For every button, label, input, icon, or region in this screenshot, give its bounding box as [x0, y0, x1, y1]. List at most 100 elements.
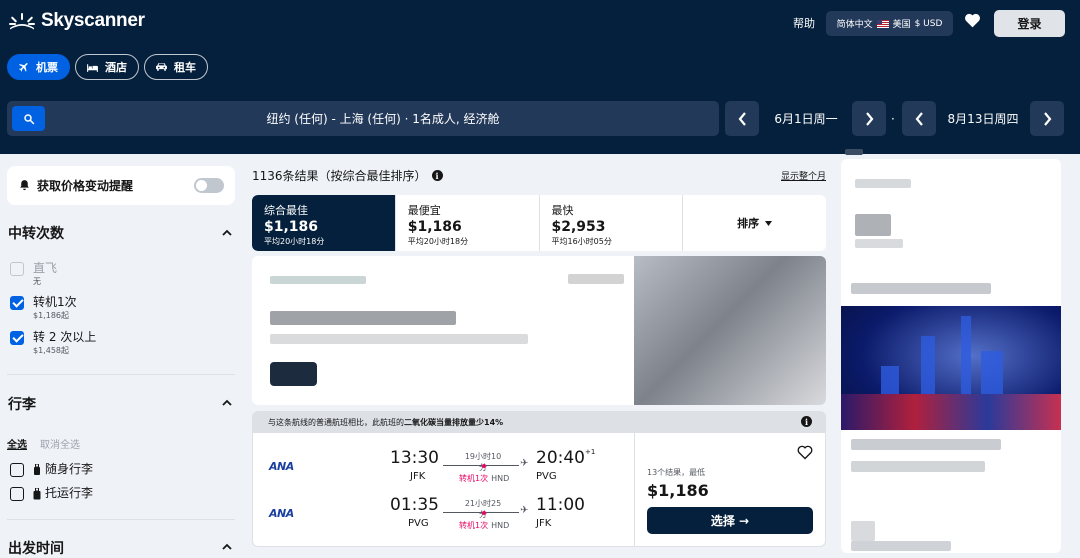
- ad-image: [634, 256, 826, 405]
- checkbox[interactable]: [10, 296, 24, 310]
- chevron-left-icon: [915, 111, 923, 126]
- depart-next-button[interactable]: [852, 101, 886, 136]
- select-all-link[interactable]: 全选: [7, 436, 27, 451]
- checkbox[interactable]: [10, 463, 24, 477]
- chevron-left-icon: [738, 111, 746, 126]
- sort-tab-sub: 平均20小时18分: [264, 237, 325, 246]
- sort-tab-title: 最便宜: [407, 204, 441, 217]
- save-heart-icon[interactable]: [797, 445, 813, 464]
- top-header: Skyscanner 帮助 简体中文 美国 $ USD 登录 机票 酒店 租车 …: [0, 0, 1080, 154]
- date-separator: ·: [891, 112, 895, 126]
- filter-label: 转 2 次以上: [33, 330, 97, 344]
- ad-blurred-headline: [270, 311, 456, 325]
- login-button[interactable]: 登录: [994, 10, 1065, 37]
- ad-blurred-tag: [568, 274, 624, 284]
- arrive-airport: JFK: [536, 518, 552, 529]
- sort-tab-title: 综合最佳: [264, 204, 308, 217]
- locale-button[interactable]: 简体中文 美国 $ USD: [826, 11, 953, 36]
- search-summary-bar[interactable]: 纽约 (任何) - 上海 (任何) · 1名成人, 经济舱: [7, 101, 719, 136]
- depart-date[interactable]: 6月1日周一: [765, 101, 847, 136]
- arrive-time: 11:00: [536, 495, 585, 515]
- tab-car-hire[interactable]: 租车: [144, 54, 208, 80]
- tab-hotels[interactable]: 酒店: [75, 54, 139, 80]
- ad-blurred-text: [851, 461, 985, 472]
- ad-blurred-text: [851, 439, 1001, 450]
- skyscanner-logo[interactable]: Skyscanner: [8, 10, 145, 32]
- deals-count: 13个结果，最低: [647, 468, 706, 477]
- sort-tab-best[interactable]: 综合最佳 $1,186 平均20小时18分: [252, 195, 396, 251]
- route-line: [443, 465, 519, 466]
- product-tabs: 机票 酒店 租车: [7, 54, 208, 80]
- price-alert-toggle[interactable]: [194, 178, 224, 193]
- checkbox[interactable]: [10, 487, 24, 501]
- depart-time: 01:35: [390, 495, 439, 515]
- route-line: [443, 512, 519, 513]
- sort-tab-sub: 平均20小时18分: [407, 237, 469, 246]
- plane-icon: ✈: [520, 505, 529, 516]
- ad-blurred-text: [851, 521, 875, 541]
- checkbox[interactable]: [10, 262, 24, 276]
- info-icon[interactable]: i: [801, 416, 812, 427]
- stops-info: 转机1次 HND: [459, 521, 510, 530]
- filter-direct[interactable]: 直飞 无: [10, 261, 57, 288]
- filter-cabin-bag[interactable]: 随身行李: [10, 462, 93, 477]
- bell-icon: [20, 180, 29, 191]
- plane-icon: ✈: [520, 458, 529, 469]
- ad-blurred-text: [855, 179, 911, 188]
- return-date[interactable]: 8月13日周四: [941, 101, 1025, 136]
- stops-filter-title: 中转次数: [8, 226, 64, 242]
- chevron-up-icon[interactable]: [222, 228, 232, 238]
- filter-sub: $1,186起: [33, 311, 69, 320]
- sort-tab-price: $1,186: [407, 219, 462, 235]
- car-icon: [156, 63, 167, 71]
- price-alert-label: 获取价格变动提醒: [37, 179, 134, 193]
- right-ad-column[interactable]: [841, 159, 1061, 553]
- filter-two-plus-stops[interactable]: 转 2 次以上 $1,458起: [10, 330, 96, 357]
- us-flag-icon: [876, 19, 889, 28]
- sort-dropdown[interactable]: 排序: [683, 195, 826, 251]
- ad-blurred-logo: [855, 214, 891, 236]
- eco-banner: 与这条航线的普通航班相比，此航班的 二氧化碳当量排放量少14% i: [252, 411, 826, 433]
- price-alert-card[interactable]: 获取价格变动提醒: [7, 166, 235, 205]
- country-label: 美国: [892, 20, 911, 30]
- ad-blurred-button[interactable]: [270, 362, 317, 386]
- saved-heart-icon[interactable]: [964, 13, 981, 32]
- filter-label: 随身行李: [45, 462, 94, 476]
- stops-info: 转机1次 HND: [459, 474, 510, 483]
- sort-tab-fastest[interactable]: 最快 $2,953 平均16小时05分: [540, 195, 684, 251]
- eco-prefix: 与这条航线的普通航班相比，此航班的: [268, 417, 404, 427]
- filter-one-stop[interactable]: 转机1次 $1,186起: [10, 295, 77, 322]
- clear-all-link[interactable]: 取消全选: [40, 436, 80, 451]
- sort-label: 排序: [737, 217, 760, 230]
- search-button[interactable]: [12, 106, 45, 131]
- filter-checked-bag[interactable]: 托运行李: [10, 486, 93, 501]
- flight-result-card[interactable]: ANA 13:30 JFK 19小时10分 ✈ 转机1次 HND 20:40+1 …: [252, 433, 826, 547]
- airline-logo: ANA: [269, 507, 294, 520]
- sort-tab-cheapest[interactable]: 最便宜 $1,186 平均20小时18分: [396, 195, 540, 251]
- sponsored-ad-card[interactable]: [252, 256, 826, 405]
- help-link[interactable]: 帮助: [793, 15, 815, 31]
- results-header: 1136条结果（按综合最佳排序） i: [252, 167, 443, 184]
- arrive-time: 20:40+1: [536, 448, 596, 468]
- checkbox[interactable]: [10, 331, 24, 345]
- depart-prev-button[interactable]: [725, 101, 759, 136]
- sort-tab-price: $1,186: [264, 219, 319, 235]
- return-next-button[interactable]: [1030, 101, 1064, 136]
- bed-icon: [87, 63, 98, 72]
- tab-flights-label: 机票: [36, 61, 58, 74]
- show-month-link[interactable]: 显示整个月: [781, 169, 826, 182]
- select-button[interactable]: 选择 →: [647, 507, 813, 534]
- filter-sub: $1,458起: [33, 346, 69, 355]
- depart-airport: JFK: [410, 471, 426, 482]
- depart-time: 13:30: [390, 448, 439, 468]
- cabin-bag-icon: [34, 464, 40, 475]
- chevron-up-icon[interactable]: [222, 398, 232, 408]
- search-icon: [23, 113, 34, 124]
- caret-down-icon: [765, 220, 773, 226]
- chevron-right-icon: [865, 111, 873, 126]
- tab-flights[interactable]: 机票: [7, 54, 70, 80]
- return-prev-button[interactable]: [902, 101, 936, 136]
- info-icon[interactable]: i: [431, 170, 443, 181]
- currency-label: $ USD: [914, 18, 943, 29]
- chevron-up-icon[interactable]: [222, 542, 232, 552]
